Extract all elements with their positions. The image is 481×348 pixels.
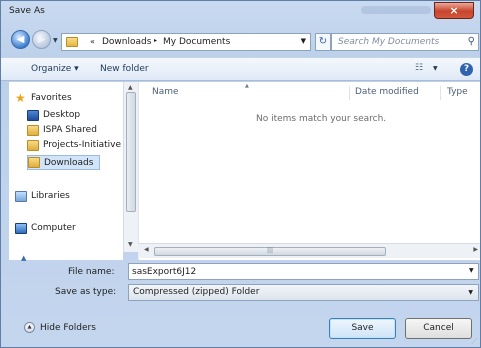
refresh-icon: ↻ (318, 36, 328, 47)
libraries-icon (15, 190, 27, 202)
hide-folders-button[interactable]: ▲ Hide Folders (24, 322, 96, 333)
save-as-dialog: Save As × ◀ ▶ ▼ « Downloads ▸ My Documen… (0, 0, 481, 348)
sidebar-item-label: Libraries (31, 191, 70, 201)
sidebar-item-downloads[interactable]: Downloads (27, 155, 101, 170)
sidebar-item-label: Favorites (31, 93, 72, 103)
title-bar-glow (361, 6, 431, 14)
back-button[interactable]: ◀ (11, 30, 30, 49)
folder-icon (27, 139, 39, 151)
save-as-type-value: Compressed (zipped) Folder (133, 287, 260, 297)
column-header-date-modified[interactable]: Date modified (355, 87, 419, 97)
sidebar-item-favorites[interactable]: ★ Favorites (15, 91, 72, 105)
sidebar-item-label: Downloads (44, 157, 94, 168)
address-dropdown-icon[interactable]: ▼ (301, 37, 306, 45)
history-dropdown-icon[interactable]: ▼ (53, 37, 58, 44)
help-icon[interactable]: ? (460, 63, 473, 76)
column-divider[interactable] (440, 86, 441, 100)
file-name-input[interactable] (128, 263, 479, 280)
sidebar-item-ispa-shared[interactable]: ISPA Shared (27, 123, 97, 137)
navigation-scrollbar[interactable]: ▲ ▼ (123, 82, 138, 252)
chevron-down-icon: ▼ (468, 289, 473, 296)
address-row: ◀ ▶ ▼ « Downloads ▸ My Documents ▼ ↻ Sea… (1, 27, 480, 53)
sort-arrow-icon: ▲ (245, 83, 249, 89)
folder-icon (27, 124, 39, 136)
star-icon: ★ (15, 91, 26, 105)
sidebar-item-label: Projects-Initiative (43, 140, 122, 150)
scroll-up-icon[interactable]: ▲ (128, 84, 133, 91)
hide-folders-label: Hide Folders (40, 322, 96, 333)
title-bar: Save As × (1, 1, 480, 23)
folder-icon (66, 37, 78, 47)
file-list-pane: Name ▲ Date modified Type No items match… (138, 82, 480, 260)
breadcrumb-separator-icon[interactable]: ▸ (154, 37, 157, 44)
scrollbar-thumb[interactable]: ||| (154, 247, 386, 256)
breadcrumb-my-documents[interactable]: My Documents (163, 37, 230, 47)
back-arrow-icon: ◀ (16, 34, 25, 45)
forward-arrow-icon: ▶ (37, 34, 46, 45)
scroll-left-icon[interactable]: ◀ (144, 246, 149, 253)
sidebar-item-libraries[interactable]: Libraries (15, 189, 70, 203)
file-name-label: File name: (68, 267, 115, 277)
scroll-right-icon[interactable]: ▶ (473, 246, 478, 253)
organize-button[interactable]: Organize ▾ (31, 64, 79, 74)
desktop-icon (27, 109, 39, 121)
refresh-button[interactable]: ↻ (315, 33, 331, 51)
window-title: Save As (9, 6, 45, 16)
computer-icon (15, 222, 27, 234)
network-icon[interactable]: ▲ (21, 251, 26, 265)
column-header-type[interactable]: Type (447, 87, 468, 97)
search-icon[interactable]: ⚲ (468, 36, 475, 47)
scrollbar-thumb[interactable] (126, 92, 136, 212)
sidebar-item-desktop[interactable]: Desktop (27, 108, 80, 122)
resize-grip-icon[interactable]: ⋰ (471, 337, 478, 345)
address-bar[interactable]: « Downloads ▸ My Documents ▼ (61, 33, 311, 51)
scroll-down-icon[interactable]: ▼ (128, 241, 133, 248)
forward-button[interactable]: ▶ (32, 30, 51, 49)
empty-state-message: No items match your search. (256, 114, 387, 124)
close-button[interactable]: × (434, 2, 474, 19)
save-as-type-select[interactable]: Compressed (zipped) Folder ▼ (128, 284, 479, 301)
sidebar-item-label: Desktop (43, 110, 81, 120)
search-box[interactable]: Search My Documents ⚲ (331, 33, 479, 51)
downloads-folder-icon (28, 157, 40, 168)
collapse-icon: ▲ (24, 322, 35, 333)
breadcrumb-overflow[interactable]: « (90, 37, 95, 46)
sidebar-item-label: ISPA Shared (43, 125, 97, 135)
save-button[interactable]: Save (329, 318, 396, 339)
breadcrumb-downloads[interactable]: Downloads (102, 37, 151, 47)
command-toolbar: Organize ▾ New folder ☷ ▼ ? (1, 57, 480, 81)
search-input[interactable]: Search My Documents (338, 37, 439, 47)
column-divider[interactable] (349, 86, 350, 100)
column-header-name[interactable]: Name (152, 87, 179, 97)
navigation-pane: ★ Favorites Desktop ISPA Shared Projects… (9, 82, 123, 262)
sidebar-item-projects-initiative[interactable]: Projects-Initiative (27, 138, 121, 152)
sidebar-item-label: Computer (31, 223, 76, 233)
file-name-dropdown-icon[interactable]: ▼ (469, 267, 474, 274)
views-icon[interactable]: ☷ (415, 63, 423, 73)
cancel-button[interactable]: Cancel (405, 318, 472, 339)
horizontal-scrollbar[interactable]: ◀ ||| ▶ (138, 243, 480, 258)
views-dropdown-icon[interactable]: ▼ (433, 65, 438, 72)
new-folder-button[interactable]: New folder (100, 64, 149, 74)
save-as-type-label: Save as type: (55, 287, 117, 297)
sidebar-item-computer[interactable]: Computer (15, 221, 76, 235)
